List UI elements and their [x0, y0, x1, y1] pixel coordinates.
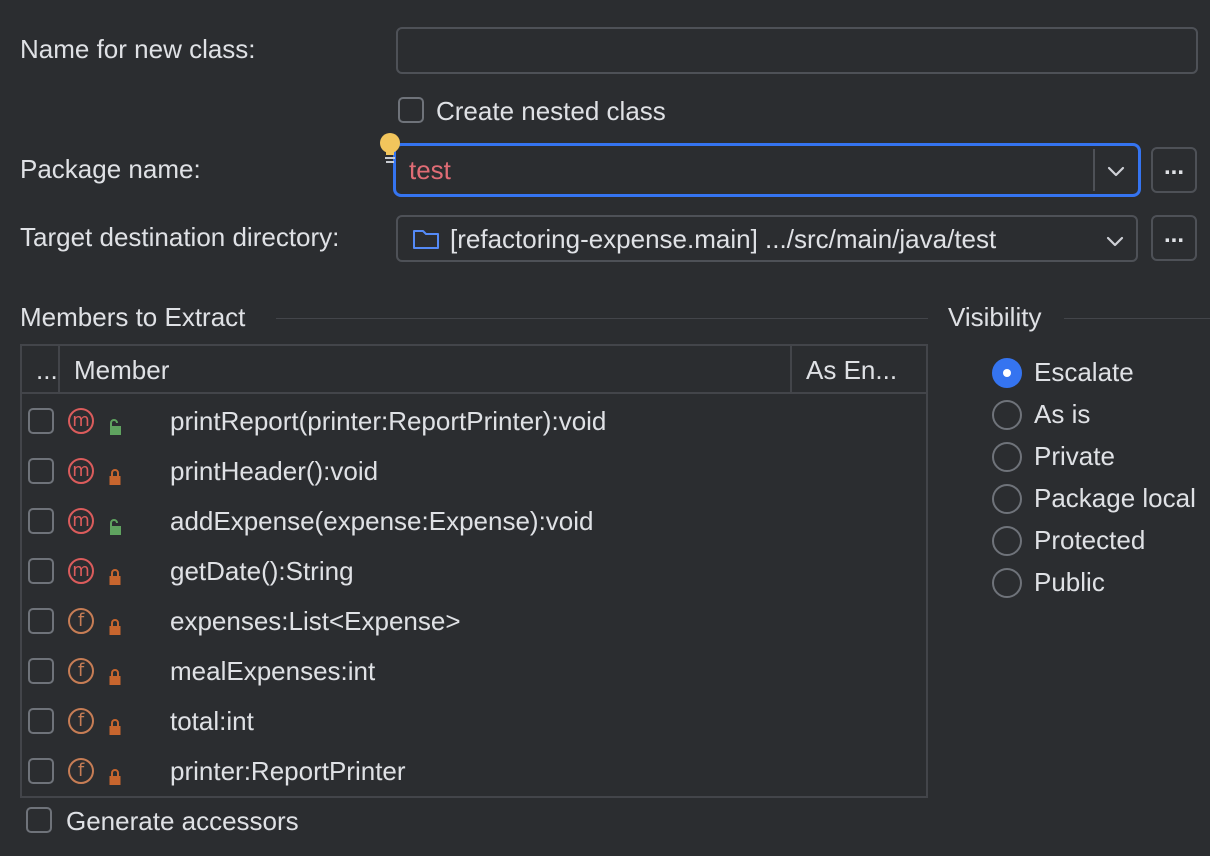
table-row[interactable]: m printReport(printer:ReportPrinter):void	[22, 396, 926, 446]
visibility-option[interactable]: Protected	[990, 524, 1210, 558]
member-signature: printHeader():void	[170, 456, 379, 486]
generate-accessors-label[interactable]: Generate accessors	[66, 805, 299, 837]
target-directory-browse-button[interactable]: ...	[1151, 215, 1197, 261]
lock-icon	[108, 762, 122, 785]
table-row[interactable]: m printHeader():void	[22, 446, 926, 496]
member-checkbox[interactable]	[28, 458, 54, 484]
lock-icon	[108, 712, 122, 735]
target-directory-label: Target destination directory:	[20, 222, 340, 252]
package-label: Package name:	[20, 154, 201, 184]
field-icon: f	[68, 608, 94, 634]
visibility-radio[interactable]	[992, 358, 1022, 388]
visibility-option[interactable]: Public	[990, 566, 1210, 600]
visibility-option[interactable]: As is	[990, 398, 1210, 432]
table-row[interactable]: f printer:ReportPrinter	[22, 746, 926, 796]
method-icon: m	[68, 558, 94, 584]
lock-icon	[108, 562, 122, 585]
member-checkbox[interactable]	[28, 658, 54, 684]
package-name-value[interactable]: test	[409, 154, 451, 186]
visibility-option-label[interactable]: As is	[1034, 398, 1090, 430]
visibility-radio[interactable]	[992, 526, 1022, 556]
member-signature: printer:ReportPrinter	[170, 756, 406, 786]
field-icon: f	[68, 658, 94, 684]
method-icon: m	[68, 408, 94, 434]
members-section-title: Members to Extract	[20, 302, 246, 332]
lock-icon	[108, 462, 122, 485]
folder-icon	[412, 227, 440, 251]
chevron-down-icon[interactable]	[1105, 158, 1127, 180]
visibility-option-label[interactable]: Package local	[1034, 482, 1196, 514]
members-table[interactable]: ... Member As En... m printReport(printer…	[20, 344, 928, 798]
visibility-option[interactable]: Escalate	[990, 356, 1210, 390]
member-signature: getDate():String	[170, 556, 354, 586]
chevron-down-icon[interactable]	[1104, 228, 1126, 250]
class-name-input[interactable]	[396, 27, 1198, 74]
field-icon: f	[68, 708, 94, 734]
visibility-radio[interactable]	[992, 568, 1022, 598]
lock-icon	[108, 662, 122, 685]
visibility-option[interactable]: Package local	[990, 482, 1210, 516]
column-header-as-enum[interactable]: As En...	[806, 354, 897, 386]
visibility-section-separator	[1064, 318, 1210, 319]
table-row[interactable]: m addExpense(expense:Expense):void	[22, 496, 926, 546]
member-checkbox[interactable]	[28, 608, 54, 634]
visibility-option-label[interactable]: Private	[1034, 440, 1115, 472]
field-icon: f	[68, 758, 94, 784]
lightbulb-icon[interactable]	[378, 132, 402, 164]
method-icon: m	[68, 458, 94, 484]
column-header-check[interactable]: ...	[36, 354, 58, 386]
member-checkbox[interactable]	[28, 758, 54, 784]
table-row[interactable]: f expenses:List<Expense>	[22, 596, 926, 646]
visibility-radio[interactable]	[992, 484, 1022, 514]
members-table-body: m printReport(printer:ReportPrinter):void…	[22, 396, 926, 796]
unlocked-icon	[108, 412, 122, 435]
name-label: Name for new class:	[20, 34, 256, 64]
column-divider[interactable]	[58, 346, 60, 392]
package-browse-button[interactable]: ...	[1151, 147, 1197, 193]
visibility-section-title: Visibility	[948, 302, 1042, 332]
member-signature: total:int	[170, 706, 254, 736]
members-table-header: ... Member As En...	[22, 346, 926, 394]
method-icon: m	[68, 508, 94, 534]
column-header-member[interactable]: Member	[74, 354, 169, 386]
visibility-radio[interactable]	[992, 442, 1022, 472]
column-divider[interactable]	[790, 346, 792, 392]
visibility-option-label[interactable]: Public	[1034, 566, 1105, 598]
combo-divider	[1093, 149, 1095, 191]
member-signature: printReport(printer:ReportPrinter):void	[170, 406, 607, 436]
table-row[interactable]: f mealExpenses:int	[22, 646, 926, 696]
unlocked-icon	[108, 512, 122, 535]
member-checkbox[interactable]	[28, 558, 54, 584]
lock-icon	[108, 612, 122, 635]
table-row[interactable]: m getDate():String	[22, 546, 926, 596]
visibility-radio[interactable]	[992, 400, 1022, 430]
visibility-option-label[interactable]: Escalate	[1034, 356, 1134, 388]
member-checkbox[interactable]	[28, 408, 54, 434]
create-nested-class-checkbox[interactable]	[398, 97, 424, 123]
visibility-radio-group: Escalate As is Private Package local Protect…	[990, 356, 1210, 616]
members-section-separator	[276, 318, 928, 319]
package-name-combobox[interactable]: test	[393, 143, 1141, 197]
target-directory-value[interactable]: [refactoring-expense.main] .../src/main/…	[450, 223, 996, 255]
create-nested-class-label[interactable]: Create nested class	[436, 95, 666, 127]
member-signature: mealExpenses:int	[170, 656, 376, 686]
member-checkbox[interactable]	[28, 508, 54, 534]
table-row[interactable]: f total:int	[22, 696, 926, 746]
visibility-option-label[interactable]: Protected	[1034, 524, 1145, 556]
visibility-option[interactable]: Private	[990, 440, 1210, 474]
member-checkbox[interactable]	[28, 708, 54, 734]
member-signature: expenses:List<Expense>	[170, 606, 461, 636]
generate-accessors-checkbox[interactable]	[26, 807, 52, 833]
target-directory-combobox[interactable]: [refactoring-expense.main] .../src/main/…	[396, 215, 1138, 262]
member-signature: addExpense(expense:Expense):void	[170, 506, 594, 536]
